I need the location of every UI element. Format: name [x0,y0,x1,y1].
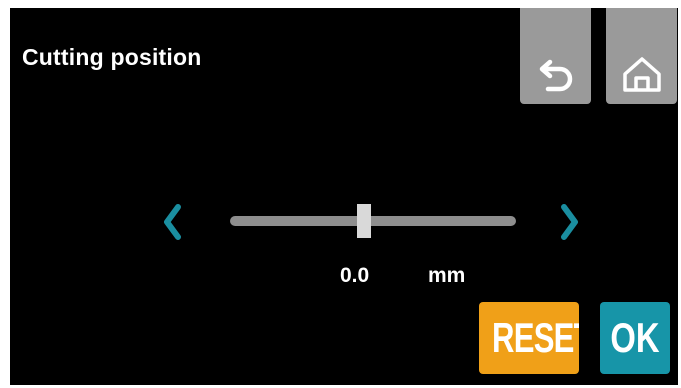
reset-label: RESET [492,314,579,361]
position-value: 0.0 [340,264,370,287]
home-icon [622,57,661,92]
page-title: Cutting position [22,44,202,70]
cutting-position-slider-track[interactable] [230,216,516,226]
undo-arrow-icon [539,59,572,92]
cutting-position-screen: Cutting position 0.0 mm RESET OK [10,8,678,385]
ok-button[interactable]: OK [600,302,670,374]
chevron-left-icon[interactable] [160,202,184,242]
slider-thumb[interactable] [357,204,372,238]
home-button[interactable] [606,8,677,104]
reset-button[interactable]: RESET [479,302,579,374]
position-unit: mm [428,264,466,287]
ok-label: OK [610,314,660,361]
back-button[interactable] [520,8,591,104]
chevron-right-icon[interactable] [558,202,582,242]
